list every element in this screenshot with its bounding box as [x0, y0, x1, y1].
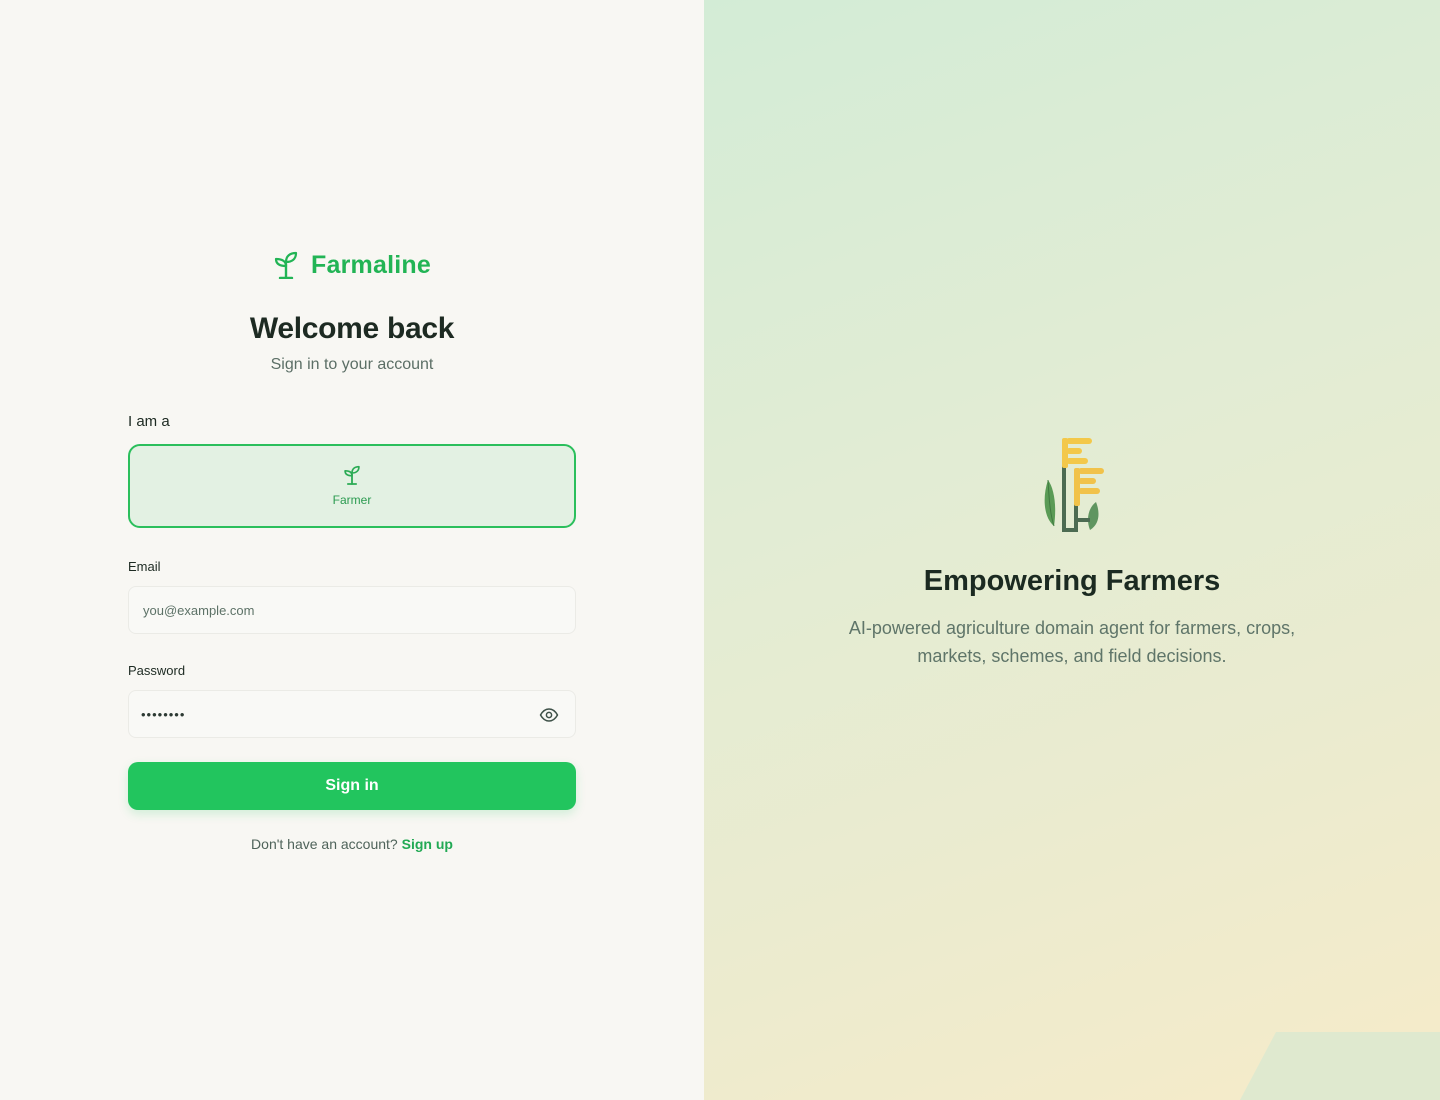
eye-icon[interactable]	[539, 705, 559, 725]
password-field[interactable]: ••••••••	[128, 690, 576, 738]
sign-up-link[interactable]: Sign up	[402, 836, 453, 852]
role-option-label: Farmer	[332, 493, 372, 507]
signup-prompt: Don't have an account? Sign up	[128, 836, 576, 852]
role-label: I am a	[128, 413, 170, 430]
brand: Farmaline	[128, 248, 576, 282]
login-form: Farmaline Welcome back Sign in to your a…	[128, 248, 576, 852]
password-value: ••••••••	[141, 706, 186, 722]
brand-name: Farmaline	[311, 250, 431, 279]
email-field[interactable]	[141, 587, 563, 633]
hero-panel: Empowering Farmers AI-powered agricultur…	[704, 0, 1440, 1100]
email-label: Email	[128, 559, 161, 574]
login-page: Farmaline Welcome back Sign in to your a…	[0, 0, 1440, 1100]
wheat-icon	[1044, 438, 1104, 532]
hero-content: Empowering Farmers AI-powered agricultur…	[704, 436, 1440, 670]
login-panel: Farmaline Welcome back Sign in to your a…	[0, 0, 704, 1100]
decorative-shape	[1240, 1032, 1440, 1100]
hero-description: AI-powered agriculture domain agent for …	[848, 618, 1296, 666]
page-subtitle: Sign in to your account	[270, 356, 434, 373]
password-label: Password	[128, 663, 186, 678]
sign-in-button[interactable]: Sign in	[128, 762, 576, 810]
hero-title: Empowering Farmers	[923, 565, 1221, 597]
sprout-icon	[274, 251, 298, 279]
email-field-container	[128, 586, 576, 634]
role-option-farmer[interactable]: Farmer	[128, 444, 576, 528]
page-title: Welcome back	[249, 312, 455, 345]
sprout-icon	[344, 465, 360, 485]
signup-prompt-text: Don't have an account?	[251, 836, 398, 852]
